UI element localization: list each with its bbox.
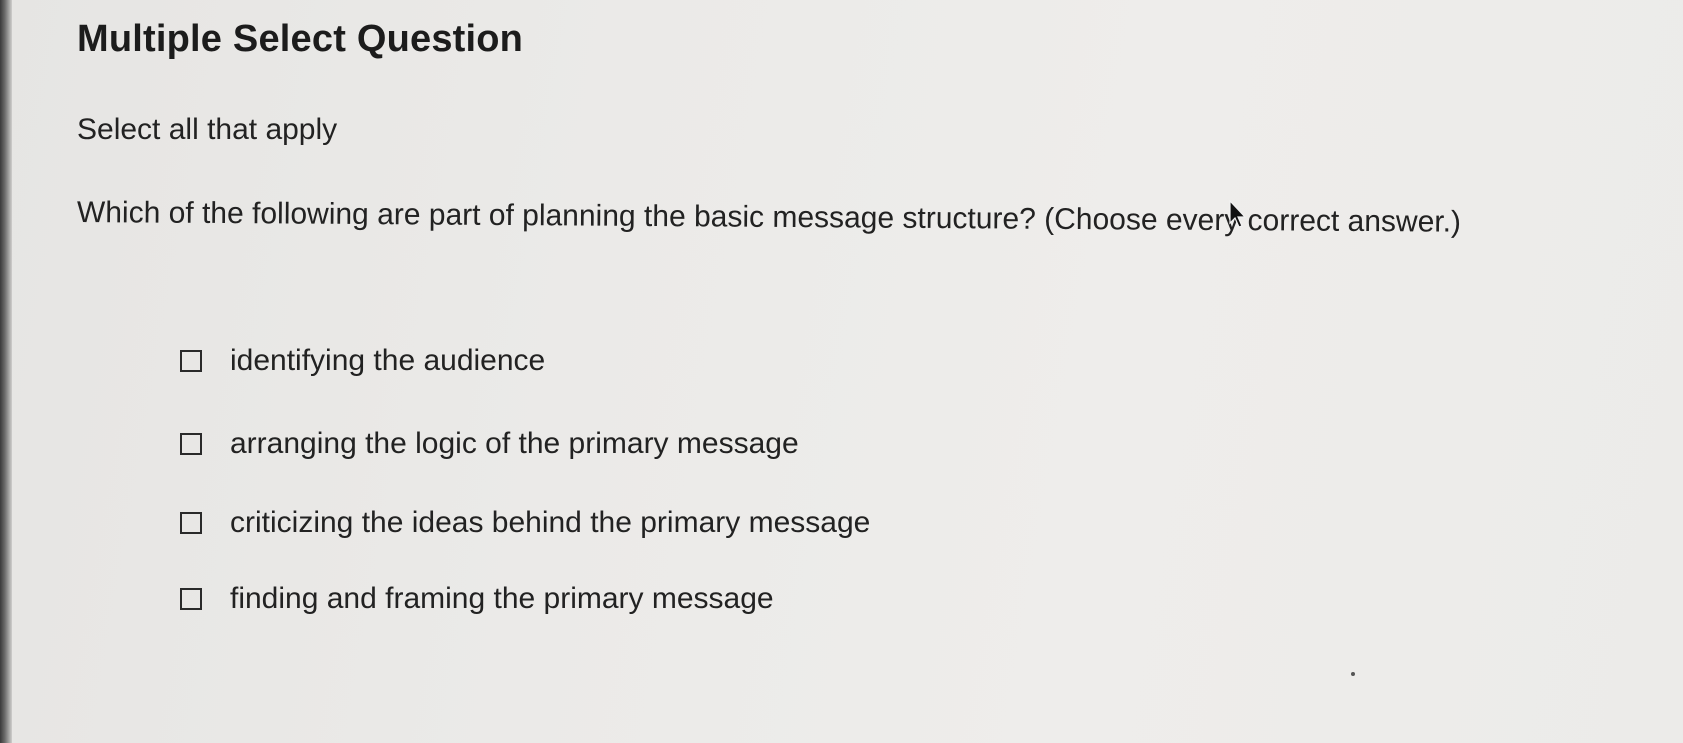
screen-edge (0, 0, 12, 743)
answer-option[interactable]: criticizing the ideas behind the primary… (180, 506, 870, 540)
screen-speck (1351, 672, 1355, 676)
answer-option-label[interactable]: arranging the logic of the primary messa… (230, 427, 799, 461)
answer-option[interactable]: arranging the logic of the primary messa… (180, 427, 799, 461)
checkbox-icon[interactable] (180, 433, 202, 455)
checkbox-icon[interactable] (180, 512, 202, 534)
mouse-pointer-icon (1229, 200, 1247, 228)
answer-option[interactable]: finding and framing the primary message (180, 582, 774, 616)
answer-option[interactable]: identifying the audience (180, 344, 545, 378)
checkbox-icon[interactable] (180, 350, 202, 372)
answer-option-label[interactable]: identifying the audience (230, 344, 545, 378)
question-instruction: Select all that apply (77, 113, 338, 146)
question-type-title: Multiple Select Question (77, 18, 524, 60)
checkbox-icon[interactable] (180, 588, 202, 610)
answer-option-label[interactable]: criticizing the ideas behind the primary… (230, 506, 870, 540)
question-prompt: Which of the following are part of plann… (76, 196, 1462, 239)
answer-option-label[interactable]: finding and framing the primary message (230, 582, 774, 616)
